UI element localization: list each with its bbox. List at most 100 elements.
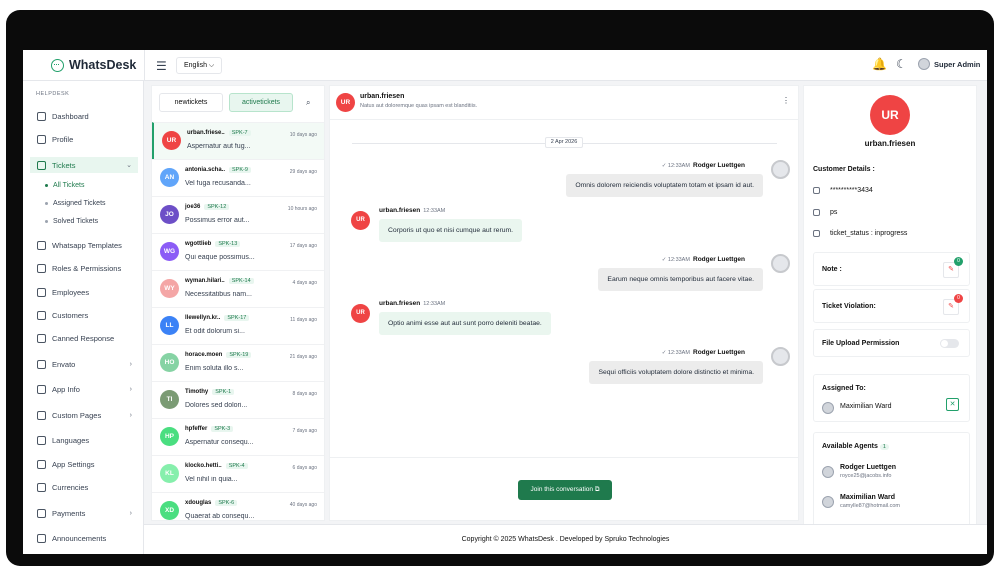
dark-mode-moon-icon[interactable]: ☾ [896, 57, 907, 71]
ticket-customer: horace.moen SPK-19 [185, 352, 252, 358]
phone-value: **********3434 [830, 187, 873, 194]
date-label: 2 Apr 2026 [545, 137, 583, 148]
ticket-subject: Vel nihil in quia... [185, 476, 238, 483]
ticket-customer-name: wgottlieb [185, 241, 212, 247]
file-upload-card: File Upload Permission [813, 329, 970, 357]
join-conversation-button[interactable]: Join this conversation ⧉ [518, 480, 612, 500]
contact-description: Natus aut doloremque quas ipsam est blan… [360, 103, 478, 109]
ticket-time: 29 days ago [289, 169, 317, 175]
ticket-customer: xdouglas SPK-6 [185, 500, 238, 506]
ticket-avatar: TI [160, 390, 179, 409]
sidebar-item-app-settings[interactable]: App Settings [30, 456, 138, 472]
ticket-row[interactable]: KL klocko.hetti.. SPK-4 Vel nihil in quia..… [152, 455, 324, 492]
ticket-tabs: newtickets activetickets [159, 93, 293, 112]
sidebar-item-roles-permissions[interactable]: Roles & Permissions [30, 260, 138, 276]
ticket-subject: Dolores sed dolori... [185, 402, 248, 409]
sidebar-item-currencies[interactable]: Currencies [30, 479, 138, 495]
sidebar-item-dashboard[interactable]: Dashboard [30, 108, 138, 124]
ticket-subject: Enim soluta illo s... [185, 365, 244, 372]
avatar [822, 496, 834, 508]
ticket-row[interactable]: UR urban.friese.. SPK-7 Aspernatur aut fug.… [152, 122, 324, 159]
ticket-code-badge: SPK-14 [228, 278, 254, 284]
assigned-to-label: Assigned To: [822, 385, 866, 392]
message-meta: ✓ 12:33AM Rodger Luettgen [662, 349, 745, 356]
ticket-code-badge: SPK-17 [224, 315, 250, 321]
assigned-agent-name: Maximilian Ward [840, 403, 892, 410]
user-menu[interactable]: Super Admin [918, 58, 980, 70]
sidebar-item-canned-response[interactable]: Canned Response [30, 330, 138, 346]
sidebar-subitem-solved-tickets[interactable]: Solved Tickets [45, 218, 98, 225]
sidebar-item-envato[interactable]: Envato › [30, 356, 138, 372]
ticket-row[interactable]: TI Timothy SPK-1 Dolores sed dolori... 8 day… [152, 381, 324, 418]
ticket-row[interactable]: JO joe36 SPK-12 Possimus error aut... 10 hou… [152, 196, 324, 233]
ticket-row[interactable]: HP hpfeffer SPK-3 Aspernatur consequ... 7 da… [152, 418, 324, 455]
chevron-right-icon: › [129, 385, 132, 393]
more-options-icon[interactable]: ⋮ [782, 96, 790, 105]
available-agents-text: Available Agents [822, 443, 878, 450]
whatsapp-logo-icon [51, 58, 64, 72]
remove-assignment-button[interactable]: ✕ [946, 398, 959, 411]
ticket-customer-name: joe36 [185, 204, 201, 210]
sidebar-item-label: Dashboard [52, 111, 89, 121]
ticket-customer: klocko.hetti.. SPK-4 [185, 463, 248, 469]
ticket-code-badge: SPK-7 [228, 130, 251, 136]
sender-avatar: UR [351, 304, 370, 323]
notification-bell-icon[interactable]: 🔔 [872, 57, 887, 71]
search-icon[interactable]: ⌕ [306, 98, 310, 108]
sidebar-item-profile[interactable]: Profile [30, 131, 138, 147]
violation-count-badge: 0 [954, 294, 963, 303]
sidebar-item-label: Languages [52, 435, 90, 445]
ticket-row[interactable]: WY wyman.hilari.. SPK-14 Necessitatibus nam… [152, 270, 324, 307]
agent-item[interactable]: Maximilian Ward camylle87@hotmail.com [822, 494, 900, 509]
grid-icon [37, 384, 46, 394]
sidebar-item-label: Roles & Permissions [52, 263, 122, 273]
ticket-avatar: LL [160, 316, 179, 335]
ticket-row[interactable]: AN antonia.scha.. SPK-9 Vel fuga recusanda.… [152, 159, 324, 196]
tab-newtickets[interactable]: newtickets [159, 93, 223, 112]
ticket-subject: Possimus error aut... [185, 217, 250, 224]
ticket-status: ticket_status : inprogress [813, 230, 907, 237]
ticket-time: 6 days ago [292, 465, 317, 471]
sidebar-item-label: Announcements [52, 533, 107, 543]
message-meta: ✓ 12:33AM Rodger Luettgen [662, 256, 745, 263]
ticket-time: 7 days ago [292, 428, 317, 434]
message-bubble-outgoing: Earum neque omnis temporibus aut facere … [598, 268, 763, 291]
ticket-customer-name: llewellyn.kr.. [185, 315, 221, 321]
tab-activetickets[interactable]: activetickets [229, 93, 293, 112]
assigned-to-card: Assigned To: Maximilian Ward ✕ [813, 374, 970, 422]
sidebar-subitem-assigned-tickets[interactable]: Assigned Tickets [45, 200, 106, 207]
ticket-subject: Qui eaque possimus... [185, 254, 255, 261]
sidebar-item-languages[interactable]: Languages [30, 432, 138, 448]
sidebar-item-custom-pages[interactable]: Custom Pages › [30, 407, 138, 423]
sidebar-item-label: App Settings [52, 459, 95, 469]
app-screen: WhatsDesk ☰ English ⌵ 🔔 ☾ Super Admin HE… [23, 50, 987, 554]
sidebar-item-payments[interactable]: Payments › [30, 505, 138, 521]
pages-icon [37, 410, 46, 420]
sidebar-item-whatsapp-templates[interactable]: Whatsapp Templates [30, 237, 138, 253]
user-name: Super Admin [934, 59, 981, 69]
sidebar-item-employees[interactable]: Employees [30, 284, 138, 300]
ticket-row[interactable]: HO horace.moen SPK-19 Enim soluta illo s...… [152, 344, 324, 381]
ticket-row[interactable]: LL llewellyn.kr.. SPK-17 Et odit dolorum si… [152, 307, 324, 344]
sidebar-item-app-info[interactable]: App Info › [30, 381, 138, 397]
app-logo[interactable]: WhatsDesk [51, 58, 136, 72]
agent-name: Rodger Luettgen [840, 464, 896, 471]
message-sender: Rodger Luettgen [693, 256, 745, 263]
agent-name: Maximilian Ward [840, 494, 895, 501]
ticket-avatar: HP [160, 427, 179, 446]
ticket-icon [37, 160, 46, 170]
ticket-time: 4 days ago [292, 280, 317, 286]
file-upload-toggle[interactable] [940, 339, 959, 348]
sidebar-item-tickets[interactable]: Tickets ⌄ [30, 157, 138, 173]
customer-avatar: UR [870, 95, 910, 135]
agent-item[interactable]: Rodger Luettgen royce25@jacobs.info [822, 464, 896, 479]
ticket-code-badge: SPK-6 [215, 500, 238, 506]
sidebar-subitem-all-tickets[interactable]: All Tickets [45, 182, 85, 189]
ticket-row[interactable]: WG wgottlieb SPK-13 Qui eaque possimus... 17… [152, 233, 324, 270]
subitem-label: Solved Tickets [53, 218, 99, 225]
language-select[interactable]: English ⌵ [176, 57, 223, 74]
sidebar-item-announcements[interactable]: Announcements [30, 530, 138, 546]
sidebar-item-customers[interactable]: Customers [30, 307, 138, 323]
ticket-customer-name: xdouglas [185, 500, 212, 506]
menu-toggle-icon[interactable]: ☰ [156, 59, 167, 73]
